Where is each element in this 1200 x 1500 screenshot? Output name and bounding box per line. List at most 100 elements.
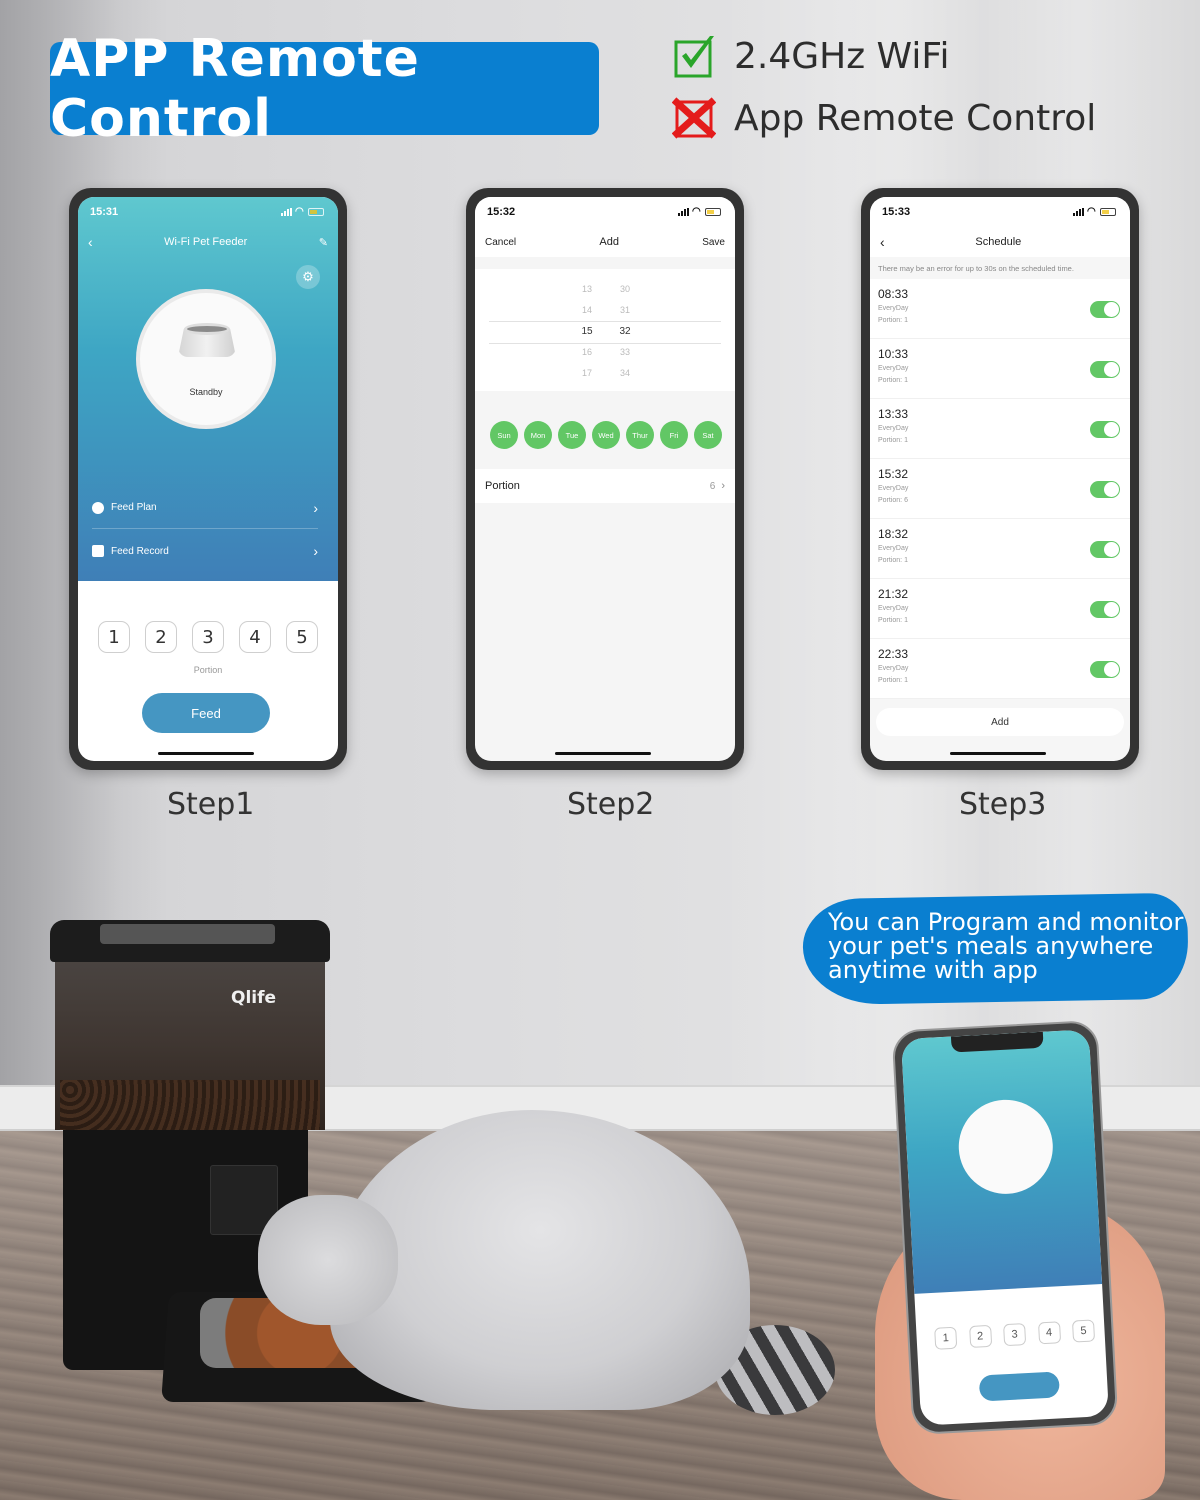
- menu-feed-plan[interactable]: Feed Plan ›: [92, 487, 318, 529]
- callout-line: your pet's meals anywhere: [828, 932, 1154, 960]
- menu-label: Feed Record: [111, 545, 169, 557]
- picker-divider: [489, 321, 721, 322]
- day-sat[interactable]: Sat: [694, 421, 722, 449]
- hour-column[interactable]: 13 14 15 16 17: [572, 279, 602, 384]
- schedule-time: 13:33: [878, 407, 909, 421]
- edit-icon[interactable]: ✎: [319, 236, 328, 249]
- hour-option[interactable]: 14: [572, 300, 602, 321]
- schedule-portion: Portion: 1: [878, 617, 908, 624]
- day-thur[interactable]: Thur: [626, 421, 654, 449]
- checkbox-checked-icon: [674, 36, 714, 78]
- schedule-toggle[interactable]: [1090, 421, 1120, 438]
- picker-divider: [489, 343, 721, 344]
- minute-option[interactable]: 31: [610, 300, 640, 321]
- hour-option[interactable]: 16: [572, 342, 602, 363]
- schedule-portion: Portion: 6: [878, 497, 908, 504]
- add-schedule-button[interactable]: Add: [876, 708, 1124, 736]
- portion-option[interactable]: 1: [98, 621, 130, 653]
- minute-option[interactable]: 34: [610, 363, 640, 384]
- chevron-right-icon: ›: [313, 543, 318, 559]
- day-tue[interactable]: Tue: [558, 421, 586, 449]
- portion-option[interactable]: 3: [1003, 1323, 1027, 1347]
- schedule-item[interactable]: 15:32 EveryDay Portion: 6: [870, 459, 1130, 519]
- minute-selected[interactable]: 32: [610, 321, 640, 342]
- wifi-icon: ◠: [692, 206, 701, 217]
- schedule-repeat: EveryDay: [878, 425, 909, 432]
- portion-option[interactable]: 5: [286, 621, 318, 653]
- battery-icon: [308, 208, 324, 216]
- schedule-toggle[interactable]: [1090, 541, 1120, 558]
- portion-option[interactable]: 2: [145, 621, 177, 653]
- schedule-item[interactable]: 13:33 EveryDay Portion: 1: [870, 399, 1130, 459]
- portion-option[interactable]: 2: [968, 1324, 992, 1349]
- battery-icon: [1100, 208, 1116, 216]
- schedule-toggle[interactable]: [1090, 301, 1120, 318]
- portion-option[interactable]: 4: [239, 621, 271, 653]
- portion-option[interactable]: 3: [192, 621, 224, 653]
- handheld-feed-button[interactable]: [978, 1371, 1060, 1402]
- minute-option[interactable]: 33: [610, 342, 640, 363]
- title-badge: APP Remote Control: [50, 29, 599, 149]
- screen-schedule: 15:33 ◠ ‹ Schedule There may be an error…: [870, 197, 1130, 761]
- schedule-item[interactable]: 08:33 EveryDay Portion: 1: [870, 279, 1130, 339]
- hour-selected[interactable]: 15: [572, 321, 602, 342]
- status-bar: 15:32 ◠: [475, 197, 735, 227]
- menu-label: Feed Plan: [111, 502, 157, 513]
- day-fri[interactable]: Fri: [660, 421, 688, 449]
- schedule-repeat: EveryDay: [878, 305, 909, 312]
- feeder-lid-window: [100, 924, 275, 944]
- gear-icon[interactable]: ⚙: [296, 265, 320, 289]
- step-label-1: Step1: [167, 787, 255, 822]
- schedule-toggle[interactable]: [1090, 481, 1120, 498]
- nav-bar: ‹ Wi-Fi Pet Feeder ✎: [78, 227, 338, 257]
- schedule-item[interactable]: 22:33 EveryDay Portion: 1: [870, 639, 1130, 699]
- hour-option[interactable]: 17: [572, 363, 602, 384]
- schedule-item[interactable]: 18:32 EveryDay Portion: 1: [870, 519, 1130, 579]
- home-indicator[interactable]: [555, 752, 651, 755]
- time-picker[interactable]: 13 14 15 16 17 30 31 32 33 34: [475, 269, 735, 391]
- home-indicator[interactable]: [950, 752, 1046, 755]
- portion-label: Portion: [193, 665, 223, 675]
- back-icon[interactable]: ‹: [880, 234, 885, 250]
- battery-icon: [705, 208, 721, 216]
- device-header: 15:31 ◠ ‹ Wi-Fi Pet Feeder ✎ ⚙ Standby F…: [78, 197, 338, 581]
- minute-column[interactable]: 30 31 32 33 34: [610, 279, 640, 384]
- portion-option[interactable]: 5: [1071, 1319, 1096, 1343]
- chevron-right-icon: ›: [721, 480, 725, 492]
- chevron-right-icon: ›: [313, 499, 318, 516]
- checkbox-crossed-icon: [672, 97, 716, 139]
- schedule-portion: Portion: 1: [878, 677, 908, 684]
- header-area: 15:33 ◠ ‹ Schedule: [870, 197, 1130, 257]
- day-sun[interactable]: Sun: [490, 421, 518, 449]
- feature-label: 2.4GHz WiFi: [734, 35, 950, 77]
- nav-title: Wi-Fi Pet Feeder: [164, 236, 248, 248]
- portion-option[interactable]: 1: [934, 1326, 958, 1350]
- day-wed[interactable]: Wed: [592, 421, 620, 449]
- home-indicator[interactable]: [158, 752, 254, 755]
- schedule-item[interactable]: 21:32 EveryDay Portion: 1: [870, 579, 1130, 639]
- minute-option[interactable]: 30: [610, 279, 640, 300]
- brand-logo: Qlife: [231, 988, 277, 1008]
- schedule-toggle[interactable]: [1090, 661, 1120, 678]
- status-icons: ◠: [1073, 207, 1116, 217]
- feed-button[interactable]: Feed: [142, 693, 270, 733]
- phone-step2: 15:32 ◠ Cancel Add Save 13 14 15 16 17 3…: [466, 188, 744, 770]
- cancel-button[interactable]: Cancel: [485, 237, 516, 248]
- schedule-notice: There may be an error for up to 30s on t…: [878, 263, 1074, 273]
- day-mon[interactable]: Mon: [524, 421, 552, 449]
- status-icons: ◠: [678, 206, 721, 217]
- portion-option[interactable]: 4: [1037, 1321, 1061, 1345]
- status-time: 15:33: [882, 206, 911, 218]
- schedule-portion: Portion: 1: [878, 377, 908, 384]
- screen-add-schedule: 15:32 ◠ Cancel Add Save 13 14 15 16 17 3…: [475, 197, 735, 761]
- schedule-toggle[interactable]: [1090, 601, 1120, 618]
- schedule-item[interactable]: 10:33 EveryDay Portion: 1: [870, 339, 1130, 399]
- portion-value: 6: [709, 480, 716, 492]
- save-button[interactable]: Save: [702, 237, 725, 248]
- schedule-repeat: EveryDay: [878, 665, 909, 672]
- portion-row[interactable]: Portion 6 ›: [475, 469, 735, 503]
- schedule-toggle[interactable]: [1090, 361, 1120, 378]
- back-icon[interactable]: ‹: [88, 234, 93, 250]
- menu-feed-record[interactable]: Feed Record ›: [92, 530, 318, 572]
- hour-option[interactable]: 13: [572, 279, 602, 300]
